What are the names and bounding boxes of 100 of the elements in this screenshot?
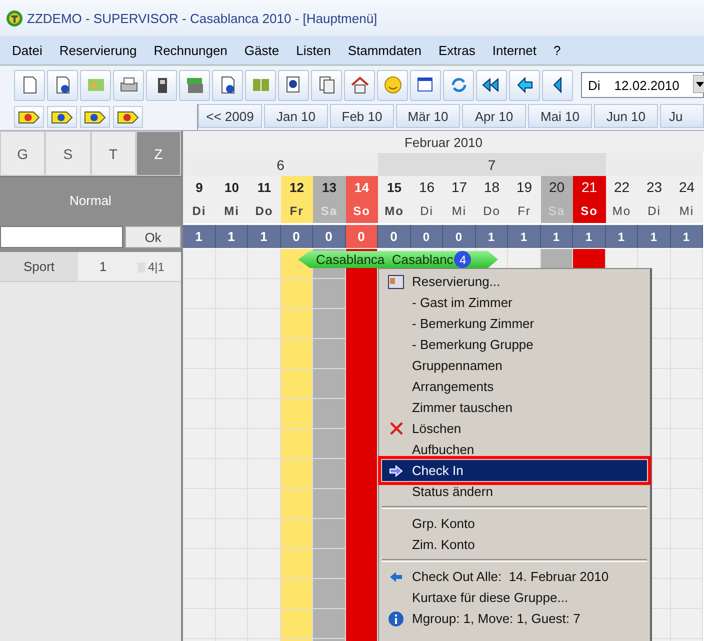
toolbar-button[interactable] [509, 70, 540, 100]
availability-count: 0 [378, 225, 410, 248]
filter-field[interactable] [0, 226, 123, 248]
availability-count: 0 [410, 225, 443, 248]
room-number: 1 [98, 259, 108, 274]
menu-item[interactable]: Löschen [382, 418, 647, 439]
toolbar-button[interactable] [146, 70, 177, 100]
toolbar-button[interactable] [113, 70, 144, 100]
menu-item[interactable]: Zimmer tauschen [382, 397, 647, 418]
month-button[interactable]: Jun 10 [594, 104, 658, 128]
toolbar-button[interactable] [113, 106, 143, 128]
info-icon [388, 610, 404, 626]
toolbar-button[interactable] [212, 70, 243, 100]
weekday-label: Mi [670, 198, 703, 223]
availability-count: 1 [638, 225, 670, 248]
toolbar-button[interactable] [278, 70, 309, 100]
weekday-label: Di [638, 198, 670, 223]
month-button[interactable]: Mai 10 [528, 104, 592, 128]
arrow-right-icon [389, 464, 403, 476]
menu-item[interactable]: Gäste [244, 42, 280, 58]
availability-count: 0 [443, 225, 476, 248]
weekday-label: Di [410, 198, 443, 223]
view-tab[interactable]: T [90, 131, 136, 176]
availability-count: 1 [606, 225, 638, 248]
day-number: 14 [346, 176, 378, 198]
day-number: 16 [410, 176, 443, 198]
menu-item[interactable]: - Bemerkung Zimmer [382, 313, 647, 334]
month-button[interactable]: << 2009 [198, 104, 262, 128]
arrow-left-icon [389, 570, 403, 582]
menu-item[interactable]: Kurtaxe für diese Gruppe... [382, 587, 647, 608]
availability-count: 1 [248, 225, 280, 248]
month-button[interactable]: Jan 10 [264, 104, 328, 128]
menu-item[interactable]: Gruppennamen [382, 355, 647, 376]
window-title: ZZDEMO - SUPERVISOR - Casablanca 2010 - [Hauptmenü] [27, 10, 378, 26]
view-tab[interactable]: G [0, 131, 46, 176]
booking-bar[interactable]: Casablanca Casablanc 4 [298, 251, 498, 268]
day-number: 19 [508, 176, 540, 198]
arrow-left-icon [514, 75, 534, 95]
menu-item[interactable]: Stammdaten [348, 42, 422, 58]
month-button[interactable]: Ju [660, 104, 704, 128]
ok-button[interactable]: Ok [125, 226, 181, 248]
day-number: 21 [573, 176, 606, 198]
delete-icon [390, 422, 402, 435]
month-button[interactable]: Mär 10 [396, 104, 460, 128]
weekday-label: Mo [606, 198, 638, 223]
day-number: 20 [540, 176, 573, 198]
day-number: 18 [476, 176, 508, 198]
availability-count: 1 [183, 225, 216, 248]
availability-count: 1 [216, 225, 248, 248]
menu-item[interactable]: Check Out Alle: 14. Februar 2010 [382, 566, 647, 587]
week-header: 7 [378, 153, 606, 176]
weekday-label: Fr [508, 198, 540, 223]
menu-item[interactable]: - Gast im Zimmer [382, 292, 647, 313]
menu-item[interactable]: Arrangements [382, 376, 647, 397]
view-tab[interactable]: S [45, 131, 90, 176]
toolbar-button[interactable] [47, 70, 78, 100]
availability-count: 0 [313, 225, 346, 248]
menu-item[interactable]: Listen [296, 42, 331, 58]
toolbar-button[interactable] [14, 70, 45, 100]
month-button[interactable]: Feb 10 [330, 104, 394, 128]
toolbar-button[interactable] [47, 106, 77, 128]
dropdown-arrow-icon [693, 75, 704, 93]
menu-item[interactable]: - Bemerkung Gruppe [382, 334, 647, 355]
menu-item[interactable]: ? [553, 42, 561, 58]
menu-item[interactable]: Grp. Konto [382, 513, 647, 534]
tag-icon [84, 110, 106, 124]
toolbar-button[interactable] [410, 70, 441, 100]
date-dropdown[interactable]: Di 12.02.2010 [581, 72, 704, 98]
toolbar-button[interactable] [14, 106, 44, 128]
count-badge: 4 [454, 251, 472, 268]
menu-item[interactable]: Datei [12, 42, 42, 58]
weekday-label: So [573, 198, 606, 223]
menu-item[interactable]: Internet [492, 42, 536, 58]
weekday-label: Do [476, 198, 508, 223]
app-logo-icon [6, 10, 23, 26]
double-arrow-left-icon [482, 75, 502, 95]
availability-count: 1 [476, 225, 508, 248]
toolbar-button[interactable] [542, 70, 573, 100]
weekday-label: Fr [280, 198, 313, 223]
toolbar-button[interactable] [476, 70, 507, 100]
month-button[interactable]: Apr 10 [462, 104, 526, 128]
room-category: Sport [0, 252, 78, 281]
availability-count: 1 [540, 225, 573, 248]
toolbar-button[interactable] [80, 106, 110, 128]
menu-item[interactable]: Zim. Konto [382, 534, 647, 555]
menu-item[interactable]: Status ändern [382, 481, 647, 502]
menu-item[interactable]: Check In [382, 460, 647, 481]
menu-item[interactable]: Reservierung... [382, 271, 647, 292]
menu-item[interactable]: Rechnungen [154, 42, 228, 58]
day-number: 11 [248, 176, 280, 198]
toolbar-button[interactable] [344, 70, 375, 100]
availability-count: 0 [346, 225, 378, 248]
menu-item[interactable]: Reservierung [59, 42, 137, 58]
menu-item[interactable]: Aufbuchen [382, 439, 647, 460]
day-number: 15 [378, 176, 410, 198]
day-number: 23 [638, 176, 670, 198]
day-number: 24 [670, 176, 703, 198]
menu-item[interactable]: Extras [438, 42, 476, 58]
toolbar-button[interactable] [311, 70, 342, 100]
menu-item[interactable]: Mgroup: 1, Move: 1, Guest: 7 [382, 608, 647, 629]
